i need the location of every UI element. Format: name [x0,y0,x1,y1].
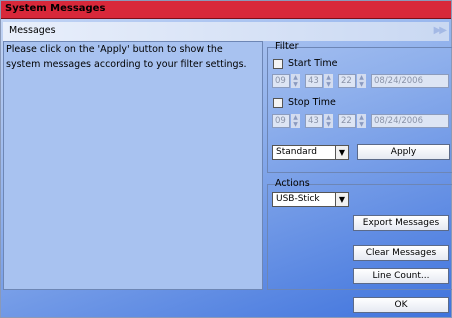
stop-second-spinner[interactable]: ▲ ▼ [357,114,366,128]
stop-hour-field[interactable]: 09 [272,114,290,128]
actions-legend: Actions [275,178,310,189]
start-hour-field[interactable]: 09 [272,74,290,88]
spin-up-icon[interactable]: ▲ [291,114,300,121]
actions-group: Actions USB-Stick ▼ Export Messages Clea… [267,178,452,290]
spin-up-icon[interactable]: ▲ [324,114,333,121]
filter-mode-select[interactable]: Standard ▼ [272,145,349,160]
apply-button[interactable]: Apply [357,144,450,160]
spin-up-icon[interactable]: ▲ [357,114,366,121]
title-bar: System Messages [1,1,451,19]
spin-down-icon[interactable]: ▼ [324,81,333,88]
stop-date-field[interactable]: 08/24/2006 [371,114,449,128]
next-page-icon[interactable]: ▶▶ [434,25,447,36]
export-device-value: USB-Stick [276,194,320,204]
start-hour-spinner[interactable]: ▲ ▼ [291,74,300,88]
start-minute-spinner[interactable]: ▲ ▼ [324,74,333,88]
clear-messages-button[interactable]: Clear Messages [353,245,449,261]
stop-time-checkbox[interactable] [273,98,283,108]
start-time-label: Start Time [288,58,338,69]
system-messages-dialog: System Messages Messages ▶▶ Please click… [0,0,452,318]
spin-down-icon[interactable]: ▼ [357,121,366,128]
start-time-checkbox[interactable] [273,59,283,69]
start-date-field[interactable]: 08/24/2006 [371,74,449,88]
spin-down-icon[interactable]: ▼ [324,121,333,128]
filter-mode-value: Standard [276,147,317,157]
stop-minute-field[interactable]: 43 [305,114,323,128]
dropdown-arrow-icon[interactable]: ▼ [335,193,348,206]
spin-up-icon[interactable]: ▲ [291,74,300,81]
window-title: System Messages [5,3,106,14]
messages-hint-text: Please click on the 'Apply' button to sh… [6,44,247,70]
messages-header: Messages ▶▶ [3,22,449,41]
spin-down-icon[interactable]: ▼ [291,121,300,128]
line-count-button[interactable]: Line Count... [353,268,449,284]
start-second-spinner[interactable]: ▲ ▼ [357,74,366,88]
export-messages-button[interactable]: Export Messages [353,215,449,231]
stop-second-field[interactable]: 22 [338,114,356,128]
export-device-select[interactable]: USB-Stick ▼ [272,192,349,207]
spin-down-icon[interactable]: ▼ [357,81,366,88]
stop-hour-spinner[interactable]: ▲ ▼ [291,114,300,128]
ok-button[interactable]: OK [353,297,449,313]
stop-time-label: Stop Time [288,97,336,108]
spin-down-icon[interactable]: ▼ [291,81,300,88]
messages-list[interactable]: Please click on the 'Apply' button to sh… [3,41,263,290]
start-minute-field[interactable]: 43 [305,74,323,88]
messages-label: Messages [9,25,56,36]
stop-minute-spinner[interactable]: ▲ ▼ [324,114,333,128]
filter-legend: Filter [275,41,299,52]
spin-up-icon[interactable]: ▲ [357,74,366,81]
dropdown-arrow-icon[interactable]: ▼ [335,146,348,159]
start-second-field[interactable]: 22 [338,74,356,88]
spin-up-icon[interactable]: ▲ [324,74,333,81]
filter-group: Filter Start Time 09 ▲ ▼ 43 ▲ ▼ 22 ▲ ▼ 08/2… [267,41,452,173]
